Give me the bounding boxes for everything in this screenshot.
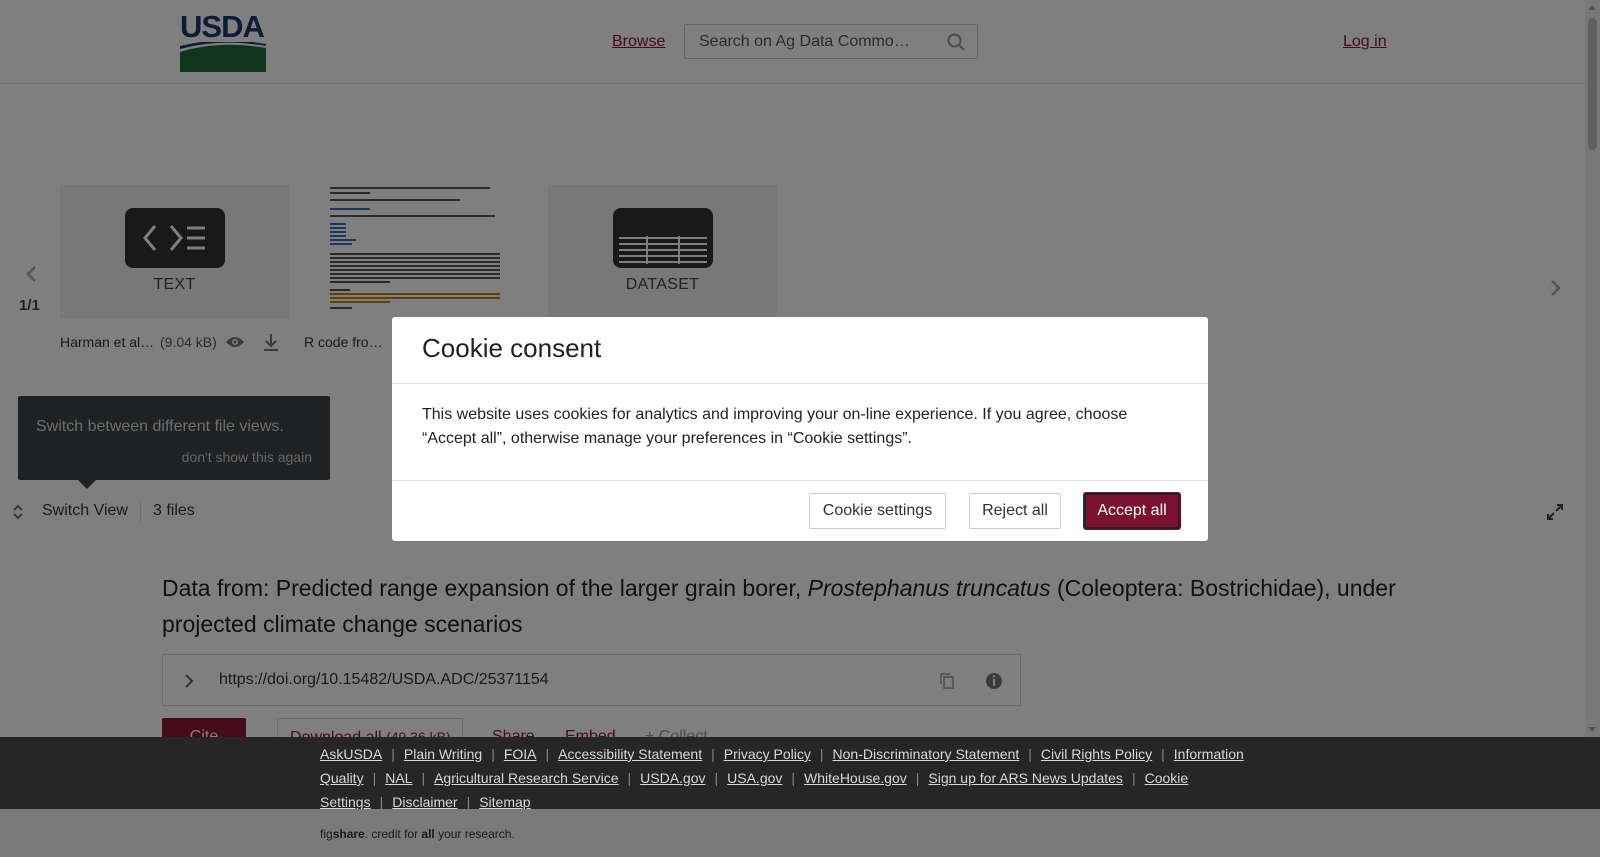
footer-separator: | bbox=[711, 746, 715, 762]
footer-link[interactable]: Disclaimer bbox=[392, 794, 457, 810]
footer-separator: | bbox=[819, 746, 824, 762]
footer-link[interactable]: Civil Rights Policy bbox=[1041, 746, 1152, 762]
footer-separator: | bbox=[1161, 746, 1165, 762]
footer-links: AskUSDA | Plain Writing | FOIA | Accessibility… bbox=[320, 742, 1260, 814]
footer-separator: | bbox=[1131, 770, 1136, 786]
footer-separator: | bbox=[545, 746, 550, 762]
reject-all-button[interactable]: Reject all bbox=[969, 493, 1061, 529]
figshare-credit: figshare. credit for all your research. bbox=[320, 827, 515, 841]
figshare-bar: figshare. credit for all your research. bbox=[0, 809, 1600, 857]
footer-separator: | bbox=[391, 746, 395, 762]
footer-separator: | bbox=[791, 770, 796, 786]
footer-link[interactable]: Sign up for ARS News Updates bbox=[928, 770, 1123, 786]
footer-link[interactable]: Privacy Policy bbox=[724, 746, 811, 762]
footer-separator: | bbox=[466, 794, 471, 810]
footer-link[interactable]: Agricultural Research Service bbox=[434, 770, 618, 786]
footer-link[interactable]: Non-Discriminatory Statement bbox=[833, 746, 1020, 762]
footer-link[interactable]: WhiteHouse.gov bbox=[804, 770, 907, 786]
cookie-settings-button[interactable]: Cookie settings bbox=[809, 493, 946, 529]
divider bbox=[392, 383, 1208, 384]
footer-separator: | bbox=[421, 770, 426, 786]
footer-link[interactable]: Sitemap bbox=[479, 794, 530, 810]
footer-separator: | bbox=[915, 770, 920, 786]
modal-title: Cookie consent bbox=[422, 333, 602, 363]
footer-link[interactable]: Accessibility Statement bbox=[558, 746, 702, 762]
cookie-consent-dialog: Cookie consent This website uses cookies… bbox=[392, 317, 1208, 541]
divider bbox=[392, 480, 1208, 481]
footer-link[interactable]: AskUSDA bbox=[320, 746, 382, 762]
footer-separator: | bbox=[379, 794, 384, 810]
modal-body-text: This website uses cookies for analytics … bbox=[422, 406, 1128, 447]
footer-link[interactable]: NAL bbox=[385, 770, 412, 786]
footer-separator: | bbox=[714, 770, 719, 786]
footer-separator: | bbox=[372, 770, 377, 786]
footer-separator: | bbox=[491, 746, 495, 762]
footer-link[interactable]: USA.gov bbox=[727, 770, 782, 786]
footer-link[interactable]: USDA.gov bbox=[640, 770, 705, 786]
footer-separator: | bbox=[1028, 746, 1032, 762]
footer-separator: | bbox=[627, 770, 632, 786]
footer-link[interactable]: Plain Writing bbox=[404, 746, 482, 762]
accept-all-button[interactable]: Accept all bbox=[1084, 493, 1180, 529]
site-footer: AskUSDA | Plain Writing | FOIA | Accessibility… bbox=[0, 737, 1600, 810]
footer-link[interactable]: FOIA bbox=[504, 746, 537, 762]
